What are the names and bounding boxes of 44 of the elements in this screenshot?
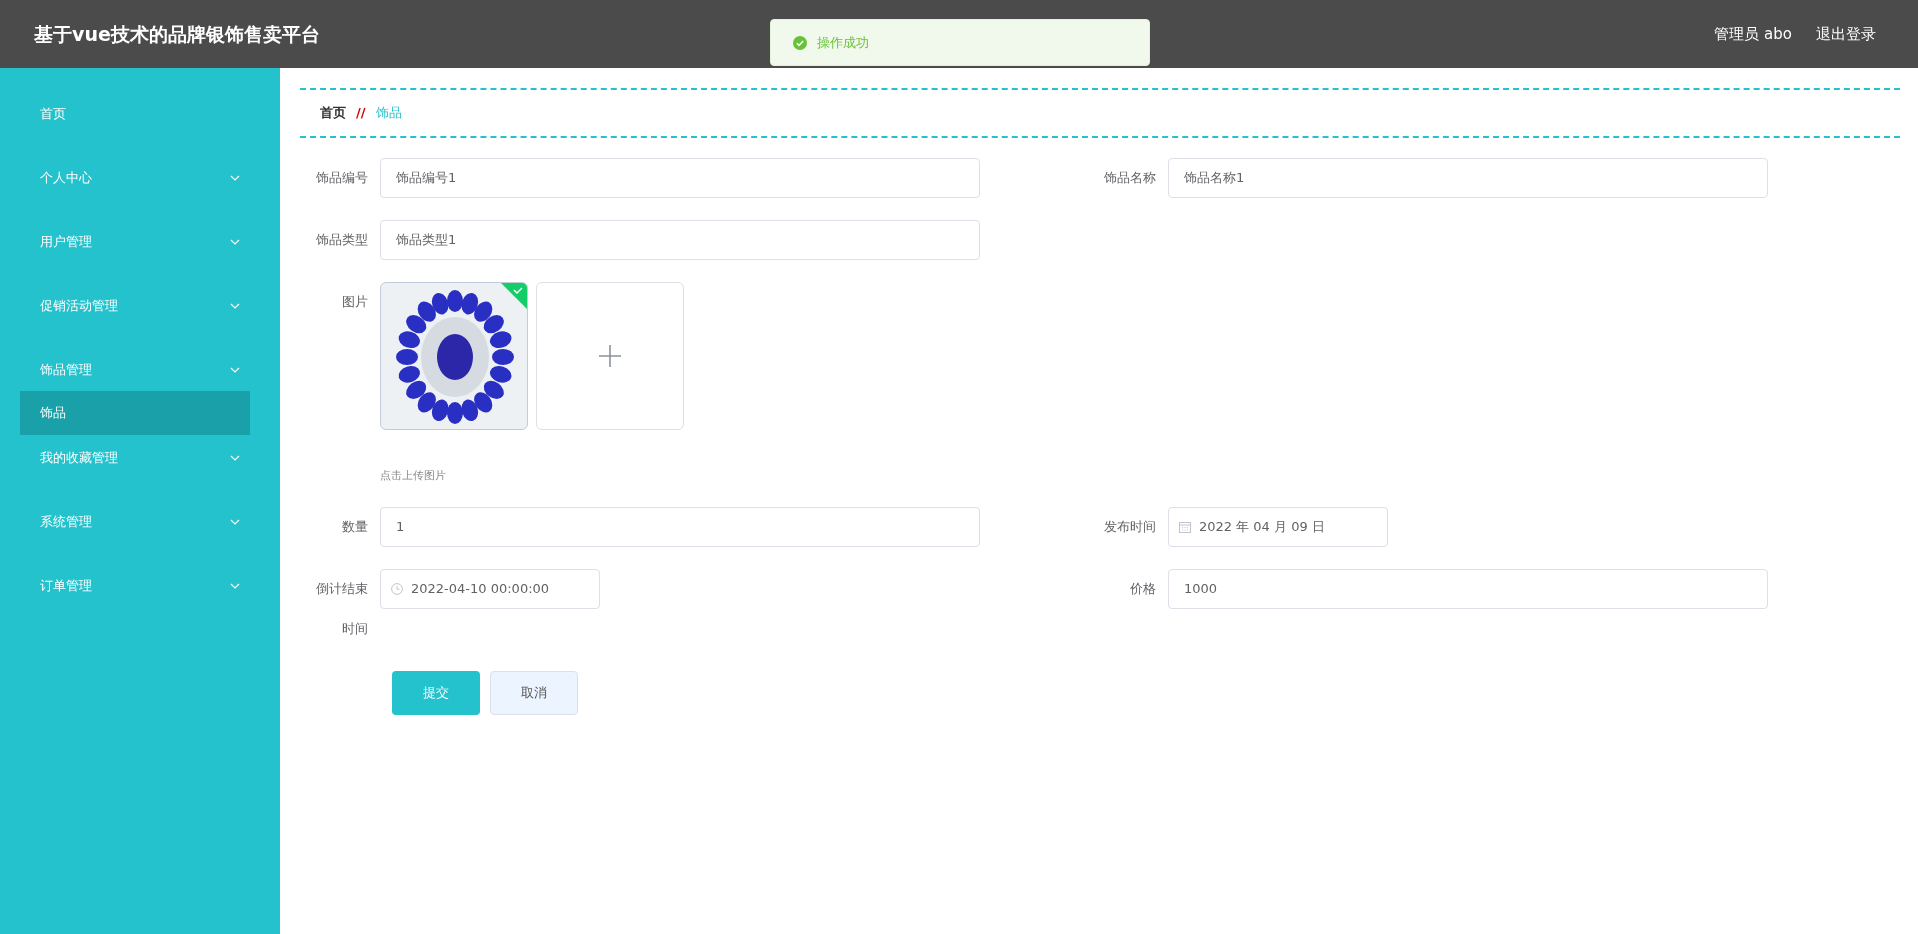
- field-label: 图片: [341, 293, 369, 311]
- chevron-down-icon: [230, 175, 240, 181]
- input-field[interactable]: 饰品编号1: [380, 158, 980, 198]
- sidebar-item[interactable]: 首页: [0, 82, 280, 146]
- field-label: 饰品编号: [315, 169, 369, 187]
- breadcrumb-separator: //: [356, 104, 366, 123]
- plus-icon: [598, 344, 622, 368]
- field-label: 价格: [1129, 579, 1157, 598]
- field-label: 发布时间: [1103, 517, 1157, 536]
- field-label: 饰品名称: [1103, 169, 1157, 187]
- sidebar-subitem[interactable]: 饰品: [20, 391, 250, 435]
- toast-message: 操作成功: [817, 33, 869, 52]
- field-label: 倒计结束时间: [315, 579, 369, 638]
- chevron-down-icon: [230, 455, 240, 461]
- submit-button[interactable]: 提交: [392, 670, 480, 715]
- chevron-down-icon: [230, 367, 240, 373]
- chevron-down-icon: [230, 583, 240, 589]
- sidebar-item[interactable]: 促销活动管理: [0, 274, 280, 338]
- breadcrumb-item[interactable]: 首页: [320, 103, 346, 123]
- chevron-down-icon: [230, 239, 240, 245]
- app-title: 基于vue技术的品牌银饰售卖平台: [34, 21, 320, 47]
- cancel-button[interactable]: 取消: [490, 670, 578, 715]
- upload-button[interactable]: [536, 282, 684, 430]
- sidebar-item[interactable]: 用户管理: [0, 210, 280, 274]
- upload-hint: 点击上传图片: [380, 468, 447, 484]
- input-field[interactable]: 1: [380, 506, 980, 547]
- input-field[interactable]: 饰品类型1: [380, 220, 980, 260]
- input-field[interactable]: 1000: [1168, 568, 1768, 609]
- sidebar-item[interactable]: 系统管理: [0, 490, 280, 554]
- sidebar-item[interactable]: 个人中心: [0, 146, 280, 210]
- logout-link[interactable]: 退出登录: [1816, 22, 1876, 46]
- field-label: 饰品类型: [315, 231, 369, 249]
- calendar-icon: [1179, 520, 1191, 533]
- sidebar-item[interactable]: 订单管理: [0, 554, 280, 618]
- breadcrumb-item[interactable]: 饰品: [375, 103, 402, 123]
- success-icon: [793, 35, 807, 50]
- chevron-down-icon: [230, 303, 240, 309]
- input-field[interactable]: 饰品名称1: [1168, 158, 1768, 198]
- user-name: 管理员 abo: [1714, 23, 1792, 45]
- datetime-field[interactable]: 2022-04-10 00:00:00: [380, 568, 600, 609]
- date-field[interactable]: 2022 年 04 月 09 日: [1168, 506, 1388, 547]
- clock-icon: [391, 582, 403, 595]
- chevron-down-icon: [230, 519, 240, 525]
- field-label: 数量: [341, 517, 369, 536]
